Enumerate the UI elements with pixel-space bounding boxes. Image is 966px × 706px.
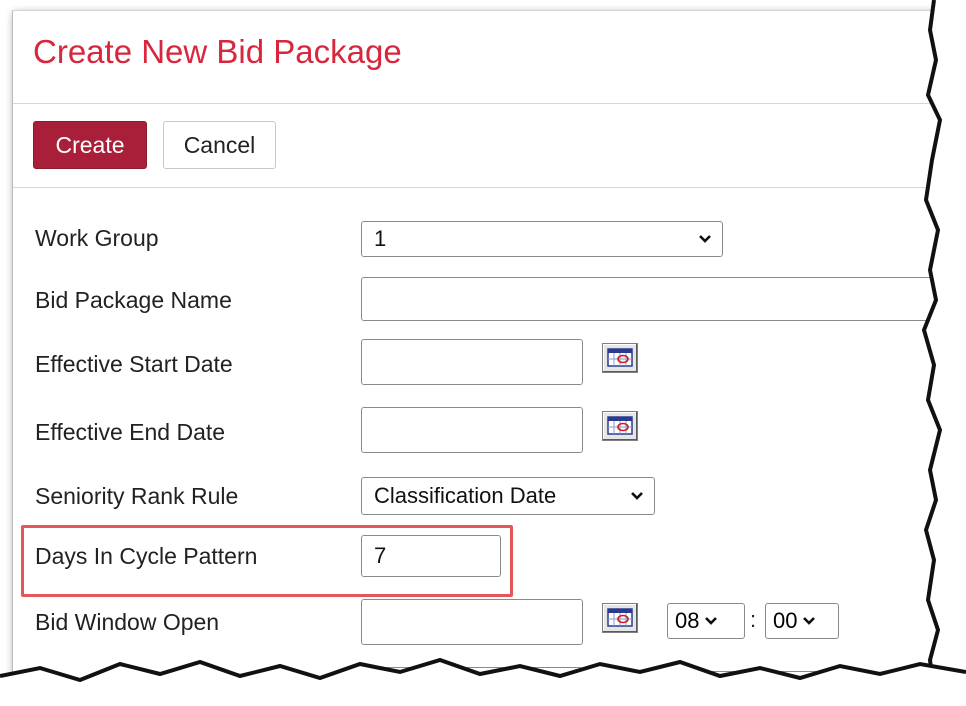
- bid-window-open-label: Bid Window Open: [35, 609, 220, 635]
- effective-start-date-label: Effective Start Date: [35, 351, 233, 377]
- form-panel: Create New Bid Package Create Cancel Wor…: [12, 10, 947, 687]
- chevron-down-icon: [803, 617, 816, 625]
- effective-end-date-input[interactable]: [361, 407, 583, 453]
- page-title: Create New Bid Package: [33, 33, 402, 70]
- calendar-icon[interactable]: [602, 343, 638, 373]
- partial-row-input: [361, 667, 583, 687]
- work-group-label: Work Group: [35, 225, 159, 251]
- effective-end-date-label: Effective End Date: [35, 419, 226, 445]
- cancel-button[interactable]: Cancel: [163, 121, 276, 169]
- bid-package-name-label: Bid Package Name: [35, 287, 232, 313]
- chevron-down-icon: [705, 617, 718, 625]
- days-in-cycle-pattern-value: 7: [374, 543, 387, 568]
- hour-value: 08: [675, 608, 700, 633]
- partial-row-hour-select: [667, 671, 745, 687]
- bid-package-name-input[interactable]: [361, 277, 947, 321]
- partial-row-minute-select: [765, 671, 839, 687]
- calendar-icon[interactable]: [602, 411, 638, 441]
- bid-window-open-hour-select[interactable]: 08: [667, 603, 745, 639]
- calendar-icon[interactable]: [602, 603, 638, 633]
- chevron-down-icon: [699, 235, 711, 243]
- create-button[interactable]: Create: [33, 121, 147, 169]
- days-in-cycle-pattern-input[interactable]: 7: [361, 535, 501, 577]
- calendar-icon: [602, 671, 638, 687]
- bid-window-open-minute-select[interactable]: 00: [765, 603, 839, 639]
- chevron-down-icon: [631, 492, 643, 500]
- seniority-rank-rule-label: Seniority Rank Rule: [35, 483, 239, 509]
- seniority-rank-rule-select[interactable]: Classification Date: [361, 477, 655, 515]
- work-group-select[interactable]: 1: [361, 221, 723, 257]
- divider: [13, 103, 947, 104]
- seniority-rank-rule-value: Classification Date: [374, 483, 557, 508]
- minute-value: 00: [773, 608, 798, 633]
- days-in-cycle-pattern-label: Days In Cycle Pattern: [35, 543, 258, 569]
- effective-start-date-input[interactable]: [361, 339, 583, 385]
- time-separator: :: [750, 607, 757, 632]
- work-group-value: 1: [374, 226, 387, 251]
- bid-window-open-input[interactable]: [361, 599, 583, 645]
- divider: [13, 187, 947, 188]
